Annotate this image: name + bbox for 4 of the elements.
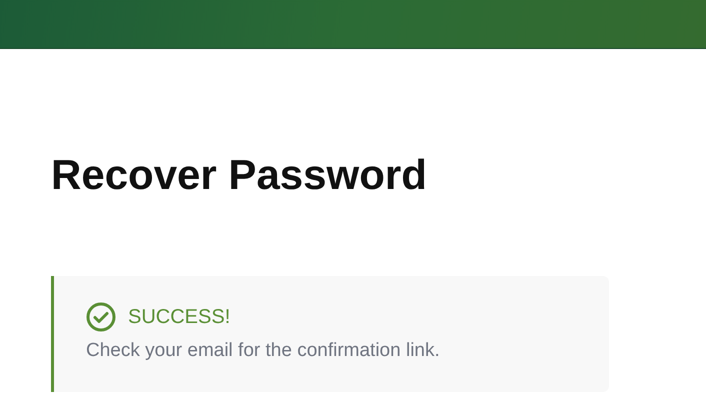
check-circle-icon	[86, 302, 116, 332]
alert-message: Check your email for the confirmation link.	[86, 340, 441, 362]
page-title: Recover Password	[51, 150, 428, 200]
alert-heading: SUCCESS!	[128, 306, 230, 328]
